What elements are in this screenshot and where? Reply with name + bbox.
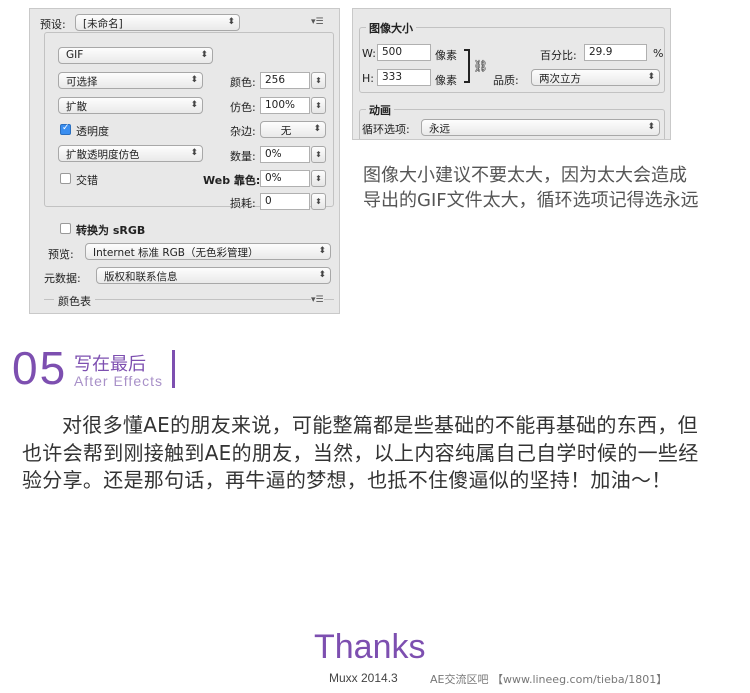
format-value: GIF [66,49,84,61]
matte-label: 杂边: [230,125,256,138]
image-size-panel: 图像大小 W: 500 像素 H: 333 像素 ⛓ 百分比: 29.9 % 品… [352,8,671,140]
loop-label: 循环选项: [362,123,410,136]
select-arrows-icon: ⬍ [313,124,321,134]
interlaced-checkbox[interactable] [60,173,71,184]
section-accent-bar [172,350,175,388]
percent-label: 百分比: [540,49,577,62]
web-snap-stepper[interactable]: ⬍ [311,170,326,187]
constrain-bracket [464,49,470,83]
select-arrows-icon: ⬍ [190,148,198,158]
section-number: 05 [12,342,68,394]
color-table-label: 颜色表 [54,293,95,309]
height-label: H: [362,72,374,85]
select-arrows-icon: ⬍ [200,50,208,60]
transparency-dither-value: 扩散透明度仿色 [66,149,140,161]
link-proportions-icon[interactable]: ⛓ [473,59,488,73]
image-size-note: 图像大小建议不要太大，因为太大会造成导出的GIF文件太大，循环选项记得选永远 [363,165,699,211]
amount-label: 数量: [230,150,256,163]
closing-paragraph: 对很多懂AE的朋友来说，可能整篇都是些基础的不能再基础的东西，但也许会帮到刚接触… [22,413,699,492]
color-reduction-select[interactable]: 可选择 ⬍ [58,72,203,89]
format-select[interactable]: GIF ⬍ [58,47,213,64]
colors-stepper[interactable]: ⬍ [311,72,326,89]
dither-label: 仿色: [230,101,256,114]
dither-method-select[interactable]: 扩散 ⬍ [58,97,203,114]
color-table-menu-icon[interactable]: ▾☰ [311,295,324,305]
matte-value: 无 [280,125,292,137]
convert-srgb-checkbox[interactable] [60,223,71,234]
preset-label: 预设: [40,18,66,31]
dither-method-value: 扩散 [66,101,87,113]
transparency-checkbox[interactable] [60,123,71,135]
watermark: AE交流区吧 【www.lineeg.com/tieba/1801】 [430,673,668,686]
quality-value: 两次立方 [539,73,581,85]
loop-select[interactable]: 永远 ⬍ [421,119,660,136]
quality-label: 品质: [493,74,519,87]
percent-field[interactable]: 29.9 [584,44,647,61]
color-reduction-value: 可选择 [66,76,98,88]
animation-title: 动画 [366,102,394,118]
preview-value: Internet 标准 RGB（无色彩管理） [93,247,259,259]
colors-field[interactable]: 256 [260,72,310,89]
author-date: Muxx 2014.3 [329,671,398,685]
web-snap-label: Web 靠色: [203,174,261,187]
amount-stepper[interactable]: ⬍ [311,146,326,163]
colors-label: 颜色: [230,76,256,89]
transparency-dither-select[interactable]: 扩散透明度仿色 ⬍ [58,145,203,162]
matte-select[interactable]: 无 ⬍ [260,121,326,138]
amount-field[interactable]: 0% [260,146,310,163]
width-field[interactable]: 500 [377,44,431,61]
select-arrows-icon: ⬍ [190,75,198,85]
dither-field[interactable]: 100% [260,97,310,114]
percent-sign: % [653,47,664,60]
section-subtitle: After Effects [74,373,163,389]
thanks-heading: Thanks [314,628,426,666]
metadata-select[interactable]: 版权和联系信息 ⬍ [96,267,331,284]
width-unit: 像素 [435,49,457,62]
lossy-label: 损耗: [230,197,256,210]
select-arrows-icon: ⬍ [318,270,326,280]
transparency-label: 透明度 [76,125,109,138]
dither-stepper[interactable]: ⬍ [311,97,326,114]
preview-select[interactable]: Internet 标准 RGB（无色彩管理） ⬍ [85,243,331,260]
quality-select[interactable]: 两次立方 ⬍ [531,69,660,86]
select-arrows-icon: ⬍ [647,122,655,132]
loop-value: 永远 [429,123,450,135]
convert-srgb-label: 转换为 sRGB [76,224,146,237]
interlaced-label: 交错 [76,174,98,187]
metadata-label: 元数据: [44,272,81,285]
height-unit: 像素 [435,74,457,87]
lossy-stepper[interactable]: ⬍ [311,193,326,210]
preset-value: [未命名] [83,18,123,30]
web-snap-field[interactable]: 0% [260,170,310,187]
preview-label: 预览: [48,248,74,261]
select-arrows-icon: ⬍ [227,17,235,27]
select-arrows-icon: ⬍ [647,72,655,82]
width-label: W: [362,47,376,60]
lossy-field[interactable]: 0 [260,193,310,210]
image-size-title: 图像大小 [366,20,416,36]
select-arrows-icon: ⬍ [318,246,326,256]
height-field[interactable]: 333 [377,69,431,86]
metadata-value: 版权和联系信息 [104,271,178,283]
panel-menu-icon[interactable]: ▾☰ [311,17,324,27]
save-for-web-settings-panel: 预设: [未命名] ⬍ ▾☰ GIF ⬍ 可选择 ⬍ 颜色: 256 ⬍ 扩散 ⬍ 仿色… [29,8,340,314]
preset-select[interactable]: [未命名] ⬍ [75,14,240,31]
select-arrows-icon: ⬍ [190,100,198,110]
